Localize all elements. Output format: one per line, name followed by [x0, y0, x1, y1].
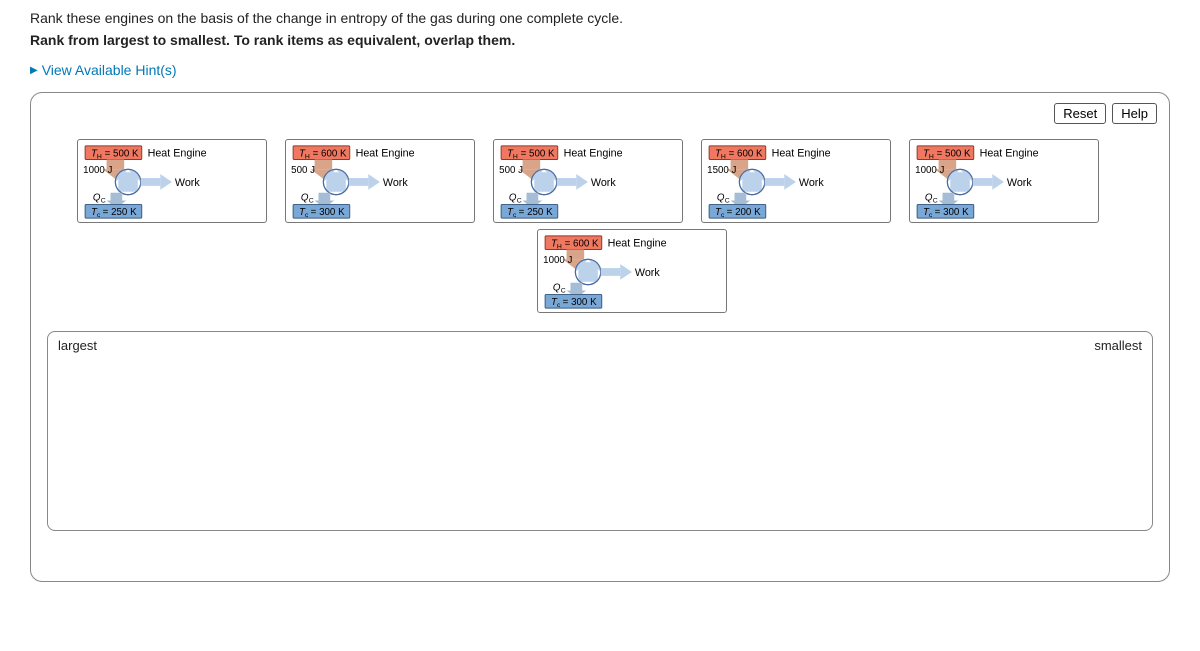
svg-text:H: H	[929, 154, 934, 161]
svg-text:= 500 K: = 500 K	[521, 149, 555, 160]
svg-text:Heat Engine: Heat Engine	[608, 238, 667, 250]
engine-card-4[interactable]: T H = 600 K Heat Engine 1500 J Work Q C …	[701, 139, 891, 223]
svg-text:= 300 K: = 300 K	[563, 297, 597, 308]
svg-text:500 J: 500 J	[291, 165, 315, 176]
svg-text:Work: Work	[175, 177, 200, 189]
svg-text:C: C	[101, 197, 106, 204]
svg-text:c: c	[929, 212, 933, 219]
svg-text:1500 J: 1500 J	[707, 165, 736, 176]
svg-text:c: c	[97, 212, 101, 219]
svg-text:= 200 K: = 200 K	[727, 207, 761, 218]
rank-instruction: Rank from largest to smallest. To rank i…	[30, 32, 1170, 48]
svg-text:H: H	[513, 154, 518, 161]
svg-text:500 J: 500 J	[499, 165, 523, 176]
engine-card-2[interactable]: T H = 600 K Heat Engine 500 J Work Q C T…	[285, 139, 475, 223]
svg-text:Heat Engine: Heat Engine	[356, 148, 415, 160]
heat-engine-diagram: T H = 600 K Heat Engine 1500 J Work Q C …	[702, 140, 890, 222]
svg-text:Work: Work	[591, 177, 616, 189]
svg-text:= 600 K: = 600 K	[729, 149, 763, 160]
svg-text:= 250 K: = 250 K	[103, 207, 137, 218]
heat-engine-diagram: T H = 500 K Heat Engine 1000 J Work Q C …	[78, 140, 266, 222]
engine-card-1[interactable]: T H = 500 K Heat Engine 1000 J Work Q C …	[77, 139, 267, 223]
engine-card-5[interactable]: T H = 500 K Heat Engine 1000 J Work Q C …	[909, 139, 1099, 223]
ranking-widget: Reset Help T H = 500 K Heat Engine 1000 …	[30, 92, 1170, 582]
svg-text:1000 J: 1000 J	[543, 255, 572, 266]
svg-text:c: c	[557, 302, 561, 309]
svg-text:H: H	[305, 154, 310, 161]
svg-text:C: C	[561, 287, 566, 294]
svg-text:1000 J: 1000 J	[915, 165, 944, 176]
svg-text:Heat Engine: Heat Engine	[980, 148, 1039, 160]
svg-text:c: c	[513, 212, 517, 219]
drop-label-largest: largest	[58, 338, 97, 353]
ranking-drop-zone[interactable]: largest smallest	[47, 331, 1153, 531]
svg-text:= 300 K: = 300 K	[311, 207, 345, 218]
svg-text:= 600 K: = 600 K	[313, 149, 347, 160]
help-button[interactable]: Help	[1112, 103, 1157, 124]
heat-engine-diagram: T H = 500 K Heat Engine 1000 J Work Q C …	[910, 140, 1098, 222]
svg-text:Work: Work	[799, 177, 824, 189]
svg-text:= 300 K: = 300 K	[935, 207, 969, 218]
svg-text:= 250 K: = 250 K	[519, 207, 553, 218]
engine-card-3[interactable]: T H = 500 K Heat Engine 500 J Work Q C T…	[493, 139, 683, 223]
svg-text:Work: Work	[1007, 177, 1032, 189]
svg-text:Q: Q	[509, 193, 517, 204]
reset-button[interactable]: Reset	[1054, 103, 1106, 124]
heat-engine-diagram: T H = 600 K Heat Engine 500 J Work Q C T…	[286, 140, 474, 222]
svg-text:= 500 K: = 500 K	[937, 149, 971, 160]
svg-text:H: H	[721, 154, 726, 161]
svg-text:Q: Q	[925, 193, 933, 204]
svg-text:Work: Work	[383, 177, 408, 189]
engine-card-6[interactable]: T H = 600 K Heat Engine 1000 J Work Q C …	[537, 229, 727, 313]
svg-text:C: C	[725, 197, 730, 204]
svg-text:Q: Q	[301, 193, 309, 204]
svg-text:Work: Work	[635, 267, 660, 279]
heat-engine-diagram: T H = 500 K Heat Engine 500 J Work Q C T…	[494, 140, 682, 222]
svg-text:C: C	[933, 197, 938, 204]
svg-text:H: H	[97, 154, 102, 161]
chevron-right-icon: ▶	[30, 65, 38, 76]
svg-text:= 500 K: = 500 K	[105, 149, 139, 160]
question-text: Rank these engines on the basis of the c…	[30, 10, 1170, 26]
svg-text:= 600 K: = 600 K	[565, 239, 599, 250]
svg-text:Q: Q	[717, 193, 725, 204]
view-hints-link[interactable]: ▶ View Available Hint(s)	[30, 62, 1170, 78]
svg-text:1000 J: 1000 J	[83, 165, 112, 176]
svg-text:Heat Engine: Heat Engine	[564, 148, 623, 160]
svg-text:c: c	[305, 212, 309, 219]
svg-text:Heat Engine: Heat Engine	[148, 148, 207, 160]
svg-text:c: c	[721, 212, 725, 219]
hints-label: View Available Hint(s)	[42, 62, 177, 78]
svg-text:C: C	[309, 197, 314, 204]
drop-label-smallest: smallest	[1094, 338, 1142, 353]
svg-text:H: H	[557, 244, 562, 251]
heat-engine-diagram: T H = 600 K Heat Engine 1000 J Work Q C …	[538, 230, 726, 312]
svg-text:C: C	[517, 197, 522, 204]
svg-text:Heat Engine: Heat Engine	[772, 148, 831, 160]
svg-text:Q: Q	[553, 283, 561, 294]
svg-text:Q: Q	[93, 193, 101, 204]
